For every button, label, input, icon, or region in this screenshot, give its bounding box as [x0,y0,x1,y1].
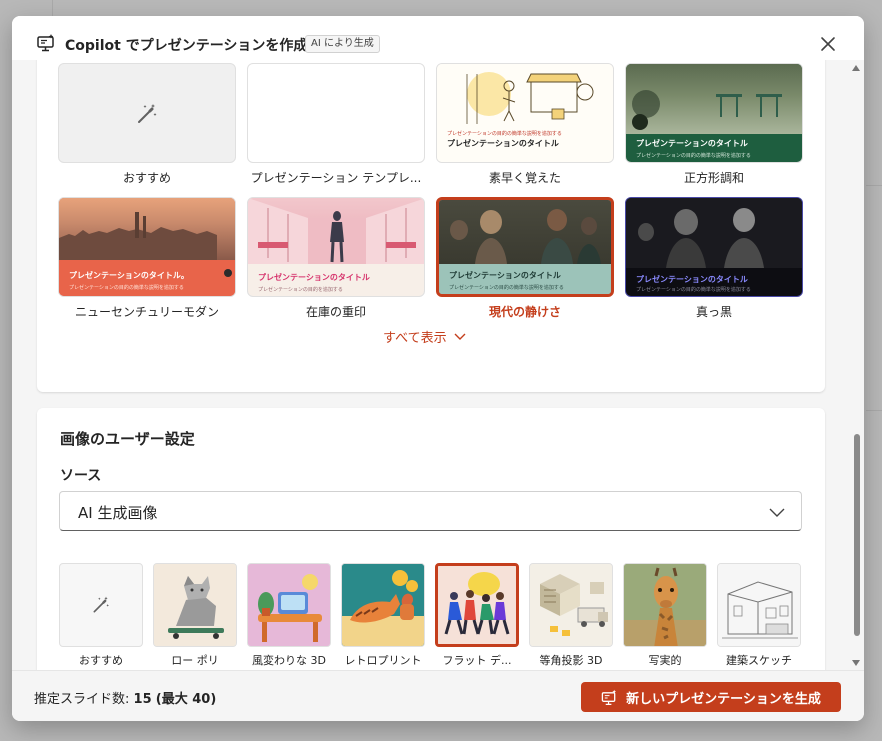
theme-preview-subtitle: プレゼンテーションの目的の簡単な説明を追加する [636,153,751,159]
dialog-scrollbar[interactable] [848,60,864,670]
theme-label: 真っ黒 [695,305,732,319]
theme-recommended[interactable]: おすすめ [58,63,236,186]
ai-generated-badge: AI により生成 [305,35,380,53]
theme-pitch-black[interactable]: プレゼンテーションのタイトル プレゼンテーションの目的の簡単な説明を追加する 真… [625,197,803,320]
dialog-header: Copilot でプレゼンテーションを作成 AI により生成 [12,16,864,60]
whimsical-3d-image [248,564,330,646]
low-poly-cat-image [154,564,236,646]
image-style-label: フラット デ... [442,654,512,667]
image-style-retro-print[interactable]: レトロプリント [341,563,425,668]
theme-label: ニューセンチュリーモダン [74,305,219,319]
presentation-sparkle-icon [601,689,617,705]
flat-design-people-image [438,566,516,644]
theme-preview-photo [59,212,217,260]
theme-preview-subtitle: プレゼンテーションの目的の簡単な説明を追加する [636,287,751,293]
theme-new-century-modern[interactable]: プレゼンテーションのタイトル。 プレゼンテーションの目的の簡単な説明を追加する … [58,197,236,320]
image-style-low-poly[interactable]: ロー ポリ [153,563,237,668]
theme-preview-subtitle: プレゼンテーションの目的の簡単な説明を追加する [447,131,562,137]
image-preferences-title: 画像のユーザー設定 [60,430,195,448]
image-style-recommended[interactable]: おすすめ [59,563,143,668]
theme-preview-subtitle: プレゼンテーションの目的の簡単な説明を追加する [69,285,184,291]
theme-preview-photo [632,90,782,130]
image-style-photorealistic[interactable]: 写実的 [623,563,707,668]
estimated-slide-count: 推定スライド数: 15 (最大 40) [34,688,216,707]
theme-preview-photo [626,198,802,268]
scroll-up-arrow-icon[interactable] [851,64,861,72]
image-style-label: おすすめ [79,654,123,667]
theme-preview-photo [248,198,424,264]
generate-presentation-button[interactable]: 新しいプレゼンテーションを生成 [581,682,841,712]
generate-button-label: 新しいプレゼンテーションを生成 [626,691,821,707]
photorealistic-giraffe-image [624,564,706,646]
theme-label: 在庫の重印 [305,305,366,319]
theme-preview-subtitle: プレゼンテーションの目的を追加する [258,287,343,293]
image-preferences-card: 画像のユーザー設定 ソース AI 生成画像 おすすめ ロー ポリ 風変わりな 3… [37,408,825,670]
image-style-isometric-3d[interactable]: 等角投影 3D [529,563,613,668]
isometric-3d-image [530,564,612,646]
show-all-button[interactable]: すべて表示 [383,327,467,346]
create-presentation-dialog: Copilot でプレゼンテーションを作成 AI により生成 おすすめ プレゼン… [12,16,864,721]
image-style-label: 等角投影 3D [539,654,603,667]
source-dropdown[interactable]: AI 生成画像 [59,491,802,531]
chevron-down-icon [769,508,785,517]
dialog-title: Copilot でプレゼンテーションを作成 [65,38,308,54]
theme-preview-title: プレゼンテーションのタイトル。 [69,271,189,280]
scrollbar-thumb[interactable] [854,434,860,636]
architectural-sketch-image [718,564,800,646]
close-icon[interactable] [818,34,838,54]
theme-label: プレゼンテーション テンプレ... [250,171,422,185]
image-style-label: レトロプリント [344,654,422,667]
theme-quick-learned[interactable]: プレゼンテーションの目的の簡単な説明を追加する プレゼンテーションのタイトル 素… [436,63,614,186]
dialog-footer: 推定スライド数: 15 (最大 40) 新しいプレゼンテーションを生成 [12,670,864,721]
theme-label: おすすめ [122,171,171,185]
theme-label: 現代の静けさ [488,305,561,319]
slide-count-max: (最大 40) [155,692,217,707]
source-dropdown-value: AI 生成画像 [78,504,158,522]
retro-print-cat-image [342,564,424,646]
theme-modern-calm[interactable]: プレゼンテーションのタイトル プレゼンテーションの目的の簡単な説明を追加する 現… [436,197,614,320]
chevron-down-icon [454,333,466,340]
slide-count-label: 推定スライド数: [34,692,130,707]
image-style-label: 建築スケッチ [726,654,792,667]
theme-preview-photo [450,209,601,264]
theme-gallery: おすすめ プレゼンテーション テンプレ... プレゼンテーションの目的の簡単な説… [37,60,825,392]
theme-preview-title: プレゼンテーションのタイトル [447,139,559,148]
theme-presentation-template[interactable]: プレゼンテーション テンプレ... [247,63,425,186]
theme-preview-title: プレゼンテーションのタイトル [449,271,561,280]
copilot-presentation-icon [37,34,54,52]
magic-wand-icon [138,104,157,123]
magic-wand-icon [93,596,109,613]
theme-stock-overprint[interactable]: プレゼンテーションのタイトル プレゼンテーションの目的を追加する 在庫の重印 [247,197,425,320]
image-style-label: ロー ポリ [171,654,219,667]
theme-preview-title: プレゼンテーションのタイトル [258,273,370,282]
scroll-down-arrow-icon[interactable] [851,659,861,667]
show-all-label: すべて表示 [383,331,447,346]
theme-label: 正方形調和 [683,171,744,185]
theme-preview-title: プレゼンテーションのタイトル [636,275,748,284]
slide-count-value: 15 [133,692,152,707]
image-style-architectural-sketch[interactable]: 建築スケッチ [717,563,801,668]
image-style-flat-design[interactable]: フラット デ... [435,563,519,668]
source-label: ソース [60,468,102,484]
image-style-label: 風変わりな 3D [252,654,326,667]
theme-preview-title: プレゼンテーションのタイトル [636,139,748,148]
image-style-whimsical-3d[interactable]: 風変わりな 3D [247,563,331,668]
theme-preview-subtitle: プレゼンテーションの目的の簡単な説明を追加する [449,285,564,291]
theme-label: 素早く覚えた [488,171,561,185]
dialog-content: おすすめ プレゼンテーション テンプレ... プレゼンテーションの目的の簡単な説… [12,60,864,670]
theme-square-harmony[interactable]: プレゼンテーションのタイトル プレゼンテーションの目的の簡単な説明を追加する 正… [625,63,803,186]
image-style-label: 写実的 [648,654,682,667]
